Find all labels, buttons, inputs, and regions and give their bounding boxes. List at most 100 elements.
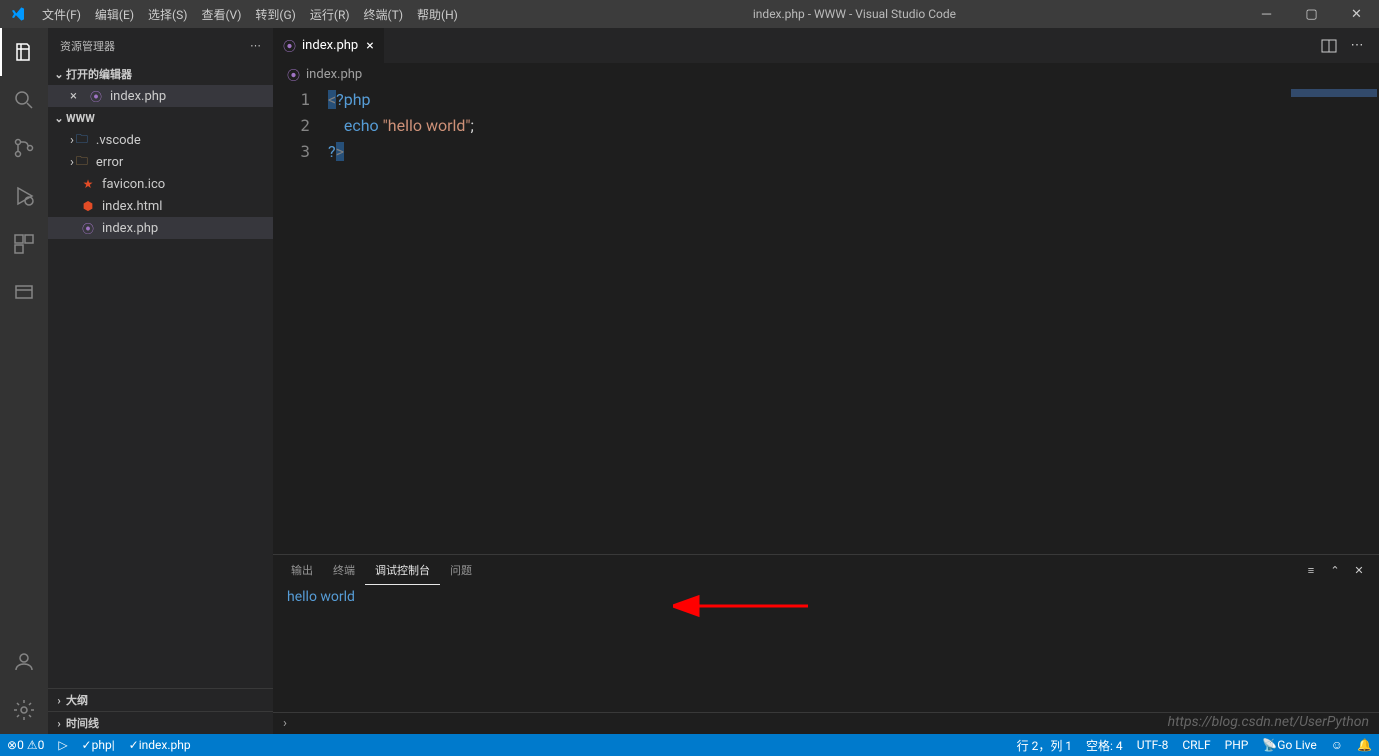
php-file-icon: ⦿ xyxy=(283,36,296,55)
file-index-php[interactable]: ⦿ index.php xyxy=(48,217,273,239)
workspace-header[interactable]: ⌄ WWW xyxy=(48,107,273,129)
main-layout: 资源管理器 ⋯ ⌄ 打开的编辑器 × ⦿ index.php ⌄ WWW › 🗀… xyxy=(0,28,1379,734)
open-editor-label: index.php xyxy=(110,89,166,104)
minimize-button[interactable]: ─ xyxy=(1244,0,1289,28)
split-editor-icon[interactable] xyxy=(1315,32,1343,60)
activity-extra-icon[interactable] xyxy=(0,268,48,316)
code-content[interactable]: <?php echo "hello world"; ?> xyxy=(328,85,1379,554)
menu-edit[interactable]: 编辑(E) xyxy=(88,6,141,23)
activity-settings-icon[interactable] xyxy=(0,686,48,734)
window-controls: ─ ▢ ✕ xyxy=(1244,0,1379,28)
status-problems[interactable]: ⊗0 ⚠0 xyxy=(0,734,51,756)
open-editor-item[interactable]: × ⦿ index.php xyxy=(48,85,273,107)
error-icon: ⊗ xyxy=(7,738,17,752)
workspace-label: WWW xyxy=(66,112,95,125)
tab-bar: ⦿ index.php × ⋯ xyxy=(273,28,1379,63)
close-icon[interactable]: × xyxy=(70,89,86,104)
panel-tab-problems[interactable]: 问题 xyxy=(440,555,482,585)
menu-file[interactable]: 文件(F) xyxy=(35,6,88,23)
close-button[interactable]: ✕ xyxy=(1334,0,1379,28)
code-token: < xyxy=(328,90,336,109)
window-title: index.php - WWW - Visual Studio Code xyxy=(465,7,1244,21)
open-editors-label: 打开的编辑器 xyxy=(66,66,132,82)
timeline-label: 时间线 xyxy=(66,715,99,731)
error-count: 0 xyxy=(17,738,24,752)
status-feedback-icon[interactable]: ☺ xyxy=(1324,734,1350,756)
tab-index-php[interactable]: ⦿ index.php × xyxy=(273,28,385,63)
panel-tab-terminal[interactable]: 终端 xyxy=(323,555,365,585)
outline-header[interactable]: › 大纲 xyxy=(48,689,273,711)
open-editors-header[interactable]: ⌄ 打开的编辑器 xyxy=(48,63,273,85)
sidebar-title: 资源管理器 ⋯ xyxy=(48,28,273,63)
timeline-header[interactable]: › 时间线 xyxy=(48,712,273,734)
activity-explorer-icon[interactable] xyxy=(0,28,48,76)
favicon-file-icon: ★ xyxy=(80,176,96,192)
chevron-down-icon: ⌄ xyxy=(52,112,66,125)
activity-scm-icon[interactable] xyxy=(0,124,48,172)
folder-icon: 🗀 xyxy=(74,154,90,170)
more-actions-icon[interactable]: ⋯ xyxy=(1343,32,1371,60)
status-indent[interactable]: 空格: 4 xyxy=(1079,734,1130,756)
debug-input-breadcrumb[interactable]: › https://blog.csdn.net/UserPython xyxy=(273,712,1379,734)
code-token: > xyxy=(336,142,344,161)
menu-view[interactable]: 查看(V) xyxy=(194,6,248,23)
menu-help[interactable]: 帮助(H) xyxy=(410,6,465,23)
activity-extensions-icon[interactable] xyxy=(0,220,48,268)
chevron-right-icon: › xyxy=(52,694,66,707)
golive-label: Go Live xyxy=(1277,738,1316,752)
panel-tab-output[interactable]: 输出 xyxy=(281,555,323,585)
panel-close-icon[interactable]: ✕ xyxy=(1347,558,1371,582)
file-tree-label: favicon.ico xyxy=(102,177,165,192)
status-bell-icon[interactable]: 🔔 xyxy=(1350,734,1379,756)
warning-icon: ⚠ xyxy=(27,738,38,752)
menu-bar: 文件(F) 编辑(E) 选择(S) 查看(V) 转到(G) 运行(R) 终端(T… xyxy=(35,6,465,23)
file-tree-label: ​.vscode xyxy=(96,133,141,148)
status-golive[interactable]: 📡 Go Live xyxy=(1255,734,1323,756)
activity-search-icon[interactable] xyxy=(0,76,48,124)
php-file-icon: ⦿ xyxy=(80,220,96,236)
breadcrumb[interactable]: ⦿ index.php xyxy=(273,63,1379,85)
status-encoding[interactable]: UTF-8 xyxy=(1130,734,1176,756)
php-file-icon: ⦿ xyxy=(287,65,300,84)
status-language[interactable]: PHP xyxy=(1218,734,1256,756)
file-favicon[interactable]: ★ favicon.ico xyxy=(48,173,273,195)
status-file-check[interactable]: ✓ index.php xyxy=(122,734,198,756)
console-line: hello world xyxy=(287,589,355,605)
sidebar: 资源管理器 ⋯ ⌄ 打开的编辑器 × ⦿ index.php ⌄ WWW › 🗀… xyxy=(48,28,273,734)
code-editor[interactable]: 123 <?php echo "hello world"; ?> xyxy=(273,85,1379,554)
file-tree-label: index.html xyxy=(102,199,162,214)
sidebar-title-label: 资源管理器 xyxy=(60,38,115,54)
folder-error[interactable]: › 🗀 error xyxy=(48,151,273,173)
menu-terminal[interactable]: 终端(T) xyxy=(357,6,410,23)
status-debug-start[interactable]: ▷ xyxy=(51,734,74,756)
sidebar-more-icon[interactable]: ⋯ xyxy=(250,39,261,52)
menu-go[interactable]: 转到(G) xyxy=(248,6,302,23)
panel-collapse-icon[interactable]: ⌃ xyxy=(1323,558,1347,582)
file-index-html[interactable]: ⬢ index.html xyxy=(48,195,273,217)
status-eol[interactable]: CRLF xyxy=(1175,734,1217,756)
status-linecol[interactable]: 行 2，列 1 xyxy=(1010,734,1079,756)
file-tree-label: error xyxy=(96,155,123,170)
status-php-check[interactable]: ✓ php | xyxy=(75,734,122,756)
chevron-right-icon: › xyxy=(52,717,66,730)
folder-vscode[interactable]: › 🗀 ​.vscode xyxy=(48,129,273,151)
activity-debug-icon[interactable] xyxy=(0,172,48,220)
maximize-button[interactable]: ▢ xyxy=(1289,0,1334,28)
status-bar: ⊗0 ⚠0 ▷ ✓ php | ✓ index.php 行 2，列 1 空格: … xyxy=(0,734,1379,756)
minimap[interactable] xyxy=(1279,85,1379,554)
panel-filter-icon[interactable]: ≡ xyxy=(1299,558,1323,582)
menu-run[interactable]: 运行(R) xyxy=(303,6,357,23)
close-icon[interactable]: × xyxy=(366,38,373,54)
code-token: ?php xyxy=(336,90,370,109)
titlebar: 文件(F) 编辑(E) 选择(S) 查看(V) 转到(G) 运行(R) 终端(T… xyxy=(0,0,1379,28)
vscode-logo-icon xyxy=(0,6,35,22)
code-token: "hello world" xyxy=(383,116,471,135)
activity-bar xyxy=(0,28,48,734)
debug-console-output[interactable]: hello world xyxy=(273,585,1379,712)
activity-account-icon[interactable] xyxy=(0,638,48,686)
panel-tab-debug[interactable]: 调试控制台 xyxy=(365,555,440,585)
status-php-label: php xyxy=(92,738,112,752)
menu-select[interactable]: 选择(S) xyxy=(141,6,194,23)
html-file-icon: ⬢ xyxy=(80,198,96,214)
editor-region: ⦿ index.php × ⋯ ⦿ index.php 123 <?php ec… xyxy=(273,28,1379,734)
